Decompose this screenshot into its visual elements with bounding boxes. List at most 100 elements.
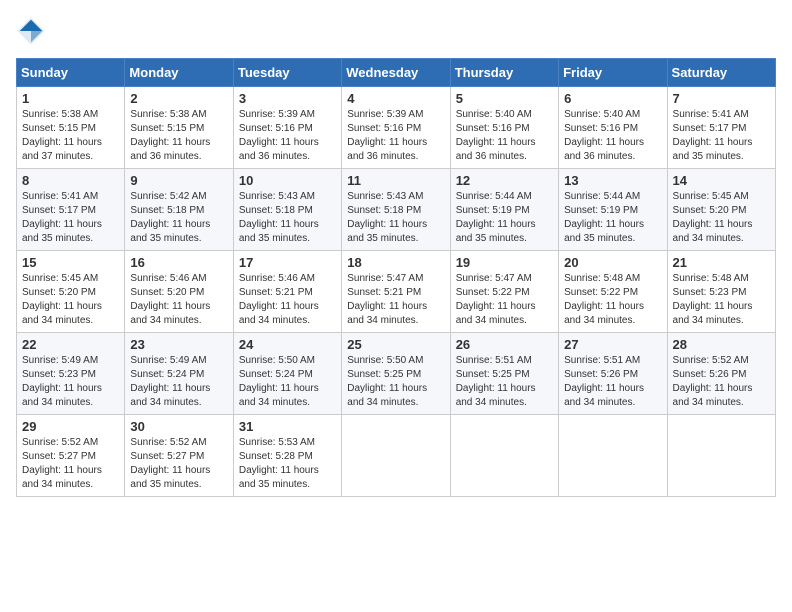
day-number: 24 bbox=[239, 337, 336, 352]
day-info: Sunrise: 5:40 AM Sunset: 5:16 PM Dayligh… bbox=[564, 108, 661, 164]
day-info: Sunrise: 5:38 AM Sunset: 5:15 PM Dayligh… bbox=[22, 108, 119, 164]
header-day-tuesday: Tuesday bbox=[233, 59, 341, 87]
day-number: 8 bbox=[22, 173, 119, 188]
calendar-cell: 28 Sunrise: 5:52 AM Sunset: 5:26 PM Dayl… bbox=[667, 333, 775, 415]
calendar-cell: 5 Sunrise: 5:40 AM Sunset: 5:16 PM Dayli… bbox=[450, 87, 558, 169]
logo bbox=[16, 16, 50, 46]
calendar-cell: 6 Sunrise: 5:40 AM Sunset: 5:16 PM Dayli… bbox=[559, 87, 667, 169]
day-info: Sunrise: 5:48 AM Sunset: 5:22 PM Dayligh… bbox=[564, 272, 661, 328]
calendar-cell: 21 Sunrise: 5:48 AM Sunset: 5:23 PM Dayl… bbox=[667, 251, 775, 333]
day-number: 12 bbox=[456, 173, 553, 188]
calendar-cell: 31 Sunrise: 5:53 AM Sunset: 5:28 PM Dayl… bbox=[233, 415, 341, 497]
day-number: 1 bbox=[22, 91, 119, 106]
day-info: Sunrise: 5:44 AM Sunset: 5:19 PM Dayligh… bbox=[456, 190, 553, 246]
calendar-cell bbox=[342, 415, 450, 497]
day-info: Sunrise: 5:47 AM Sunset: 5:21 PM Dayligh… bbox=[347, 272, 444, 328]
day-info: Sunrise: 5:40 AM Sunset: 5:16 PM Dayligh… bbox=[456, 108, 553, 164]
day-info: Sunrise: 5:39 AM Sunset: 5:16 PM Dayligh… bbox=[239, 108, 336, 164]
day-info: Sunrise: 5:41 AM Sunset: 5:17 PM Dayligh… bbox=[22, 190, 119, 246]
day-number: 19 bbox=[456, 255, 553, 270]
calendar-cell: 9 Sunrise: 5:42 AM Sunset: 5:18 PM Dayli… bbox=[125, 169, 233, 251]
calendar-week-1: 1 Sunrise: 5:38 AM Sunset: 5:15 PM Dayli… bbox=[17, 87, 776, 169]
day-info: Sunrise: 5:43 AM Sunset: 5:18 PM Dayligh… bbox=[239, 190, 336, 246]
calendar-cell: 20 Sunrise: 5:48 AM Sunset: 5:22 PM Dayl… bbox=[559, 251, 667, 333]
calendar-cell: 25 Sunrise: 5:50 AM Sunset: 5:25 PM Dayl… bbox=[342, 333, 450, 415]
day-info: Sunrise: 5:52 AM Sunset: 5:27 PM Dayligh… bbox=[130, 436, 227, 492]
day-number: 28 bbox=[673, 337, 770, 352]
header-day-friday: Friday bbox=[559, 59, 667, 87]
calendar-cell: 19 Sunrise: 5:47 AM Sunset: 5:22 PM Dayl… bbox=[450, 251, 558, 333]
day-number: 20 bbox=[564, 255, 661, 270]
day-number: 11 bbox=[347, 173, 444, 188]
calendar-cell: 11 Sunrise: 5:43 AM Sunset: 5:18 PM Dayl… bbox=[342, 169, 450, 251]
header-day-saturday: Saturday bbox=[667, 59, 775, 87]
day-number: 14 bbox=[673, 173, 770, 188]
calendar-cell: 18 Sunrise: 5:47 AM Sunset: 5:21 PM Dayl… bbox=[342, 251, 450, 333]
calendar-cell: 1 Sunrise: 5:38 AM Sunset: 5:15 PM Dayli… bbox=[17, 87, 125, 169]
calendar-cell: 23 Sunrise: 5:49 AM Sunset: 5:24 PM Dayl… bbox=[125, 333, 233, 415]
header-day-thursday: Thursday bbox=[450, 59, 558, 87]
day-info: Sunrise: 5:51 AM Sunset: 5:26 PM Dayligh… bbox=[564, 354, 661, 410]
day-number: 9 bbox=[130, 173, 227, 188]
day-number: 4 bbox=[347, 91, 444, 106]
day-number: 21 bbox=[673, 255, 770, 270]
calendar-cell: 16 Sunrise: 5:46 AM Sunset: 5:20 PM Dayl… bbox=[125, 251, 233, 333]
day-info: Sunrise: 5:46 AM Sunset: 5:20 PM Dayligh… bbox=[130, 272, 227, 328]
calendar-cell bbox=[559, 415, 667, 497]
calendar-cell: 10 Sunrise: 5:43 AM Sunset: 5:18 PM Dayl… bbox=[233, 169, 341, 251]
day-info: Sunrise: 5:49 AM Sunset: 5:23 PM Dayligh… bbox=[22, 354, 119, 410]
day-number: 10 bbox=[239, 173, 336, 188]
day-info: Sunrise: 5:53 AM Sunset: 5:28 PM Dayligh… bbox=[239, 436, 336, 492]
day-info: Sunrise: 5:50 AM Sunset: 5:24 PM Dayligh… bbox=[239, 354, 336, 410]
day-info: Sunrise: 5:50 AM Sunset: 5:25 PM Dayligh… bbox=[347, 354, 444, 410]
calendar-cell: 24 Sunrise: 5:50 AM Sunset: 5:24 PM Dayl… bbox=[233, 333, 341, 415]
calendar-body: 1 Sunrise: 5:38 AM Sunset: 5:15 PM Dayli… bbox=[17, 87, 776, 497]
header-day-wednesday: Wednesday bbox=[342, 59, 450, 87]
calendar-cell: 17 Sunrise: 5:46 AM Sunset: 5:21 PM Dayl… bbox=[233, 251, 341, 333]
calendar-cell: 12 Sunrise: 5:44 AM Sunset: 5:19 PM Dayl… bbox=[450, 169, 558, 251]
day-number: 25 bbox=[347, 337, 444, 352]
day-info: Sunrise: 5:46 AM Sunset: 5:21 PM Dayligh… bbox=[239, 272, 336, 328]
calendar-week-5: 29 Sunrise: 5:52 AM Sunset: 5:27 PM Dayl… bbox=[17, 415, 776, 497]
calendar-cell: 30 Sunrise: 5:52 AM Sunset: 5:27 PM Dayl… bbox=[125, 415, 233, 497]
day-number: 13 bbox=[564, 173, 661, 188]
day-info: Sunrise: 5:52 AM Sunset: 5:27 PM Dayligh… bbox=[22, 436, 119, 492]
calendar-header: SundayMondayTuesdayWednesdayThursdayFrid… bbox=[17, 59, 776, 87]
calendar-week-4: 22 Sunrise: 5:49 AM Sunset: 5:23 PM Dayl… bbox=[17, 333, 776, 415]
day-number: 30 bbox=[130, 419, 227, 434]
calendar-cell: 4 Sunrise: 5:39 AM Sunset: 5:16 PM Dayli… bbox=[342, 87, 450, 169]
header-row: SundayMondayTuesdayWednesdayThursdayFrid… bbox=[17, 59, 776, 87]
day-number: 6 bbox=[564, 91, 661, 106]
calendar-week-3: 15 Sunrise: 5:45 AM Sunset: 5:20 PM Dayl… bbox=[17, 251, 776, 333]
calendar-cell: 27 Sunrise: 5:51 AM Sunset: 5:26 PM Dayl… bbox=[559, 333, 667, 415]
day-number: 22 bbox=[22, 337, 119, 352]
header-day-sunday: Sunday bbox=[17, 59, 125, 87]
day-number: 18 bbox=[347, 255, 444, 270]
calendar-cell: 15 Sunrise: 5:45 AM Sunset: 5:20 PM Dayl… bbox=[17, 251, 125, 333]
day-info: Sunrise: 5:45 AM Sunset: 5:20 PM Dayligh… bbox=[673, 190, 770, 246]
calendar-cell: 7 Sunrise: 5:41 AM Sunset: 5:17 PM Dayli… bbox=[667, 87, 775, 169]
day-info: Sunrise: 5:51 AM Sunset: 5:25 PM Dayligh… bbox=[456, 354, 553, 410]
day-info: Sunrise: 5:47 AM Sunset: 5:22 PM Dayligh… bbox=[456, 272, 553, 328]
calendar-cell: 13 Sunrise: 5:44 AM Sunset: 5:19 PM Dayl… bbox=[559, 169, 667, 251]
calendar-cell: 26 Sunrise: 5:51 AM Sunset: 5:25 PM Dayl… bbox=[450, 333, 558, 415]
page-header bbox=[16, 16, 776, 46]
calendar-cell: 2 Sunrise: 5:38 AM Sunset: 5:15 PM Dayli… bbox=[125, 87, 233, 169]
calendar-cell: 3 Sunrise: 5:39 AM Sunset: 5:16 PM Dayli… bbox=[233, 87, 341, 169]
calendar-week-2: 8 Sunrise: 5:41 AM Sunset: 5:17 PM Dayli… bbox=[17, 169, 776, 251]
day-info: Sunrise: 5:38 AM Sunset: 5:15 PM Dayligh… bbox=[130, 108, 227, 164]
day-info: Sunrise: 5:48 AM Sunset: 5:23 PM Dayligh… bbox=[673, 272, 770, 328]
day-number: 27 bbox=[564, 337, 661, 352]
calendar-cell: 29 Sunrise: 5:52 AM Sunset: 5:27 PM Dayl… bbox=[17, 415, 125, 497]
header-day-monday: Monday bbox=[125, 59, 233, 87]
day-number: 5 bbox=[456, 91, 553, 106]
calendar-cell bbox=[450, 415, 558, 497]
day-number: 15 bbox=[22, 255, 119, 270]
day-info: Sunrise: 5:41 AM Sunset: 5:17 PM Dayligh… bbox=[673, 108, 770, 164]
day-number: 23 bbox=[130, 337, 227, 352]
calendar-cell bbox=[667, 415, 775, 497]
day-info: Sunrise: 5:39 AM Sunset: 5:16 PM Dayligh… bbox=[347, 108, 444, 164]
day-number: 7 bbox=[673, 91, 770, 106]
day-number: 3 bbox=[239, 91, 336, 106]
day-info: Sunrise: 5:45 AM Sunset: 5:20 PM Dayligh… bbox=[22, 272, 119, 328]
